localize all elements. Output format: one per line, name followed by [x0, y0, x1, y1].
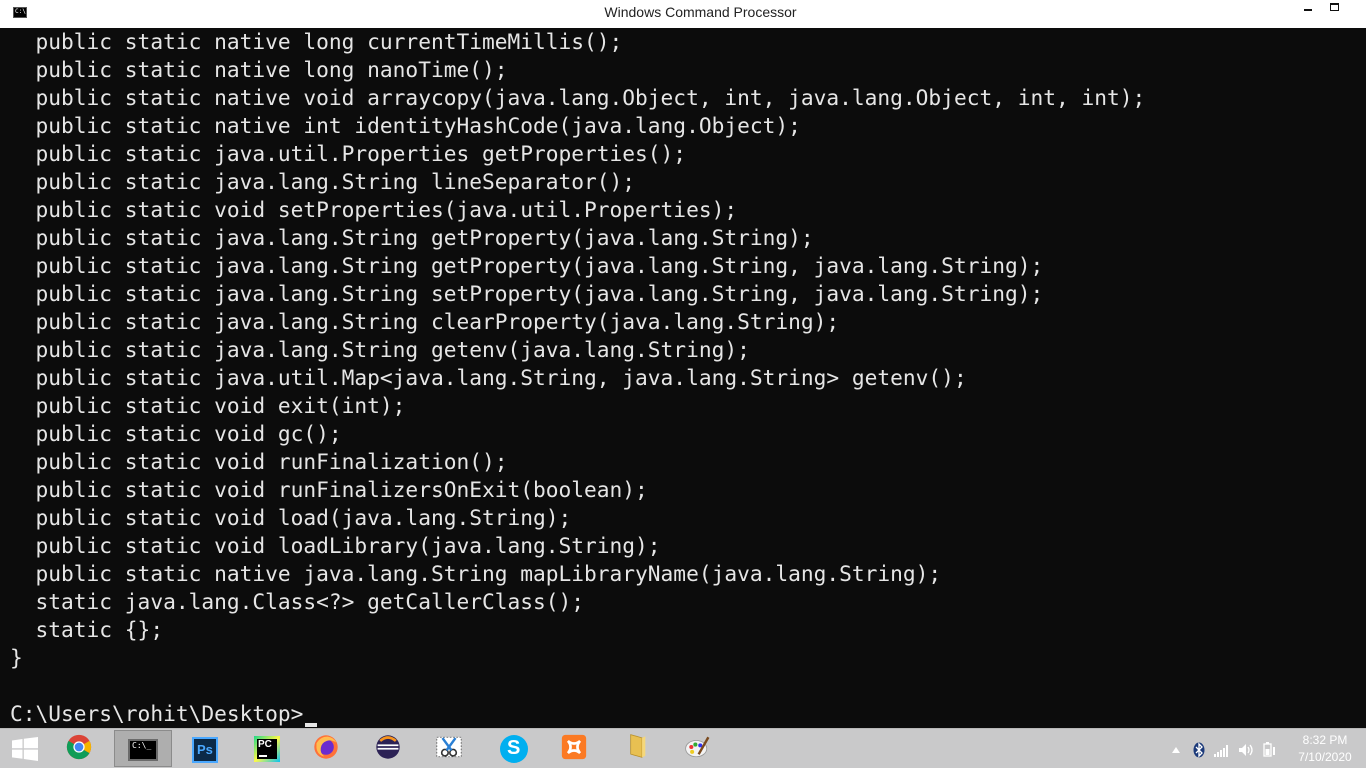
bluetooth-icon[interactable]: [1193, 742, 1205, 758]
console-line: public static void exit(int);: [10, 393, 406, 418]
pycharm-icon: PC: [254, 736, 280, 762]
chrome-icon: [66, 734, 92, 760]
windows-logo-icon: [12, 737, 38, 761]
console-line: public static native java.lang.String ma…: [10, 561, 942, 586]
wifi-signal-icon[interactable]: [1214, 743, 1230, 757]
taskbar-pycharm[interactable]: PC: [238, 730, 294, 767]
taskbar-photoshop[interactable]: Ps: [176, 730, 232, 767]
console-line: public static native int identityHashCod…: [10, 113, 801, 138]
window-title: Windows Command Processor: [604, 4, 797, 20]
skype-icon: S: [500, 735, 528, 763]
taskbar-xampp[interactable]: [548, 730, 604, 767]
clock-time[interactable]: 8:32 PM: [1290, 733, 1360, 747]
xampp-icon: [561, 734, 587, 760]
maximize-button[interactable]: [1322, 0, 1348, 24]
console-line: public static java.lang.String getenv(ja…: [10, 337, 750, 362]
console-line: public static void load(java.lang.String…: [10, 505, 572, 530]
taskbar-skype[interactable]: S: [486, 730, 542, 767]
taskbar-snipping-tool[interactable]: [424, 730, 480, 767]
console-line: static java.lang.Class<?> getCallerClass…: [10, 589, 585, 614]
console-line: static {};: [10, 617, 164, 642]
console-line: public static native void arraycopy(java…: [10, 85, 1146, 110]
console-line: public static native long nanoTime();: [10, 57, 508, 82]
pc-label: PC: [258, 739, 272, 750]
console-line: public static native long currentTimeMil…: [10, 29, 623, 54]
taskbar-chrome[interactable]: [53, 730, 109, 767]
console-line: public static java.util.Properties getPr…: [10, 141, 687, 166]
console-line: public static java.lang.String getProper…: [10, 225, 814, 250]
taskbar-file-explorer[interactable]: [610, 730, 666, 767]
console-line: public static java.lang.String getProper…: [10, 253, 1044, 278]
cmd-icon-label: C:\_: [132, 741, 152, 750]
skype-label: S: [507, 737, 521, 759]
text-cursor: [305, 723, 318, 727]
console-line: public static java.lang.String lineSepar…: [10, 169, 636, 194]
show-hidden-icons-icon[interactable]: [1171, 746, 1181, 754]
firefox-icon: [314, 735, 338, 759]
prompt-text: C:\Users\rohit\Desktop>: [10, 701, 304, 726]
console-line: public static void runFinalization();: [10, 449, 508, 474]
console-output[interactable]: public static native long currentTimeMil…: [0, 28, 1366, 728]
console-line: public static java.lang.String setProper…: [10, 281, 1044, 306]
console-line: }: [10, 645, 23, 670]
console-line: public static void loadLibrary(java.lang…: [10, 533, 661, 558]
command-prompt-icon: C:\_: [128, 739, 158, 761]
taskbar-command-prompt[interactable]: C:\_: [114, 730, 172, 767]
photoshop-icon: Ps: [192, 737, 218, 763]
console-line: public static void setProperties(java.ut…: [10, 197, 738, 222]
command-prompt-line[interactable]: C:\Users\rohit\Desktop>: [10, 700, 318, 728]
snipping-tool-icon: [436, 736, 462, 758]
console-line: public static java.lang.String clearProp…: [10, 309, 840, 334]
file-explorer-icon: [630, 734, 646, 758]
system-tray: [1166, 729, 1286, 768]
console-line: public static java.util.Map<java.lang.St…: [10, 365, 967, 390]
title-bar[interactable]: C:\ Windows Command Processor: [0, 0, 1366, 28]
console-line: public static void runFinalizersOnExit(b…: [10, 477, 648, 502]
minimize-button[interactable]: [1295, 0, 1321, 24]
taskbar-firefox[interactable]: [300, 730, 356, 767]
console-line: public static void gc();: [10, 421, 342, 446]
paint-icon: [685, 736, 710, 758]
eclipse-icon: [376, 735, 400, 759]
volume-icon[interactable]: [1238, 743, 1256, 757]
taskbar-eclipse[interactable]: [362, 730, 418, 767]
clock-date[interactable]: 7/10/2020: [1290, 750, 1360, 764]
start-button[interactable]: [0, 729, 52, 768]
taskbar: C:\_ Ps PC S 8:32 PM 7/10/2020: [0, 728, 1366, 768]
taskbar-paint[interactable]: [672, 730, 728, 767]
ps-label: Ps: [197, 742, 213, 757]
battery-icon[interactable]: [1263, 741, 1279, 757]
